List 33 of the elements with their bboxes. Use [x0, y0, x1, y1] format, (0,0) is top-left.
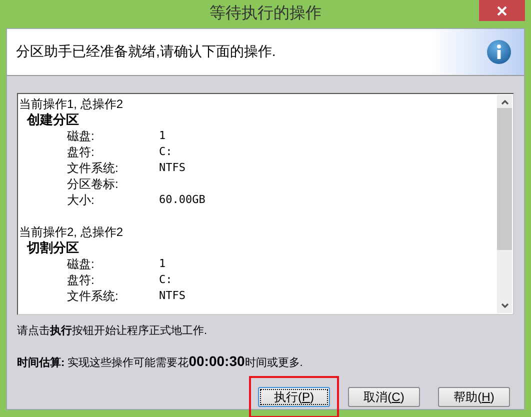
close-button[interactable]: [479, 0, 525, 21]
scroll-down-icon[interactable]: [500, 302, 508, 308]
field-label: 分区卷标:: [67, 176, 120, 192]
operation-title: 切割分区: [27, 240, 80, 256]
close-icon: [497, 6, 507, 16]
dialog-button[interactable]: 取消(C): [348, 387, 420, 407]
field-value: 1: [159, 128, 166, 144]
field-value: C:: [159, 272, 172, 288]
field-value: NTFS: [159, 288, 186, 304]
field-label: 文件系统:: [67, 288, 120, 304]
field-label: 盘符:: [67, 144, 96, 160]
scroll-up-icon[interactable]: [500, 98, 508, 104]
field-value: C:: [159, 144, 172, 160]
field-label: 磁盘:: [67, 128, 96, 144]
scroll-thumb[interactable]: [497, 108, 512, 250]
info-icon: [486, 38, 512, 64]
window-title: 等待执行的操作: [210, 4, 322, 24]
field-label: 大小:: [67, 192, 96, 208]
dialog-button[interactable]: 执行(P): [258, 387, 330, 407]
time-estimate-text: 时间估算: 实现这些操作可能需要花00:00:30时间或更多.: [17, 352, 304, 371]
field-label: 磁盘:: [67, 256, 96, 272]
field-label: 文件系统:: [67, 160, 120, 176]
field-value: NTFS: [159, 160, 186, 176]
field-label: 盘符:: [67, 272, 96, 288]
header-message: 分区助手已经准备就绪,请确认下面的操作.: [16, 42, 276, 61]
field-value: 60.00GB: [159, 192, 206, 208]
field-value: 1: [159, 256, 166, 272]
dialog-button[interactable]: 帮助(H): [438, 387, 510, 407]
operation-title: 创建分区: [27, 112, 80, 128]
operation-header: 当前操作1, 总操作2: [19, 96, 124, 112]
instruction-text: 请点击执行按钮开始让程序正式地工作.: [17, 324, 208, 338]
scrollbar[interactable]: [497, 94, 512, 312]
operation-header: 当前操作2, 总操作2: [19, 224, 124, 240]
